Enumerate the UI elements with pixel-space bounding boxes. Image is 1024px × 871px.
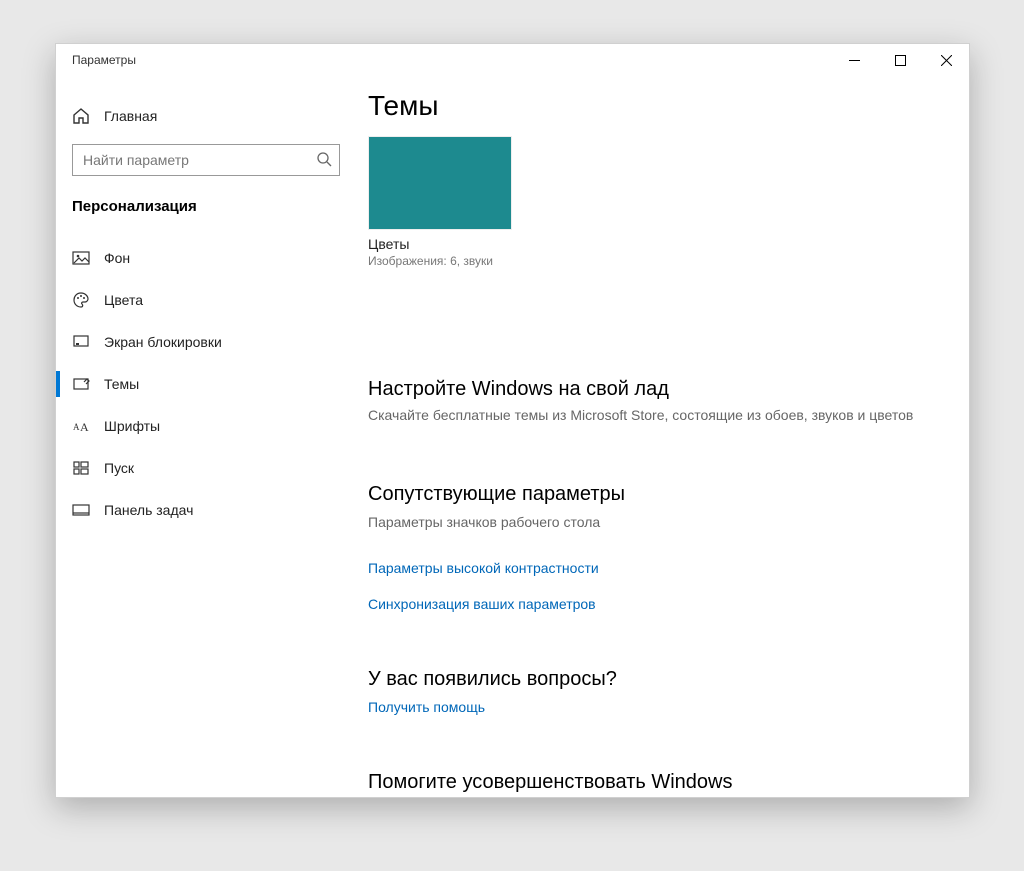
svg-text:A: A [73, 422, 80, 432]
titlebar: Параметры [56, 44, 969, 76]
svg-text:A: A [80, 420, 89, 434]
close-button[interactable] [923, 44, 969, 76]
theme-card[interactable]: Цветы Изображения: 6, звуки [368, 136, 941, 268]
lockscreen-icon [72, 333, 90, 351]
home-label: Главная [104, 108, 157, 124]
search-icon [316, 151, 332, 167]
nav-label: Цвета [104, 292, 143, 308]
home-icon [72, 107, 90, 125]
home-button[interactable]: Главная [56, 96, 356, 136]
theme-subtitle: Изображения: 6, звуки [368, 254, 941, 268]
customize-title: Настройте Windows на свой лад [368, 378, 941, 401]
minimize-button[interactable] [831, 44, 877, 76]
high-contrast-link[interactable]: Параметры высокой контрастности [368, 560, 941, 576]
fonts-icon: AA [72, 417, 90, 435]
nav-label: Темы [104, 376, 139, 392]
nav-item-fonts[interactable]: AA Шрифты [56, 405, 356, 447]
theme-name: Цветы [368, 236, 941, 252]
nav-item-start[interactable]: Пуск [56, 447, 356, 489]
nav-label: Фон [104, 250, 130, 266]
sidebar: Главная Персонализация [56, 76, 356, 797]
search-input[interactable] [72, 144, 340, 176]
maximize-button[interactable] [877, 44, 923, 76]
start-icon [72, 459, 90, 477]
nav-item-lockscreen[interactable]: Экран блокировки [56, 321, 356, 363]
customize-desc: Скачайте бесплатные темы из Microsoft St… [368, 407, 941, 423]
search-box [72, 144, 340, 176]
nav-label: Пуск [104, 460, 134, 476]
theme-thumbnail [368, 136, 512, 230]
nav-label: Экран блокировки [104, 334, 222, 350]
nav-item-background[interactable]: Фон [56, 237, 356, 279]
get-help-link[interactable]: Получить помощь [368, 699, 941, 715]
content-area: Темы Цветы Изображения: 6, звуки Настрой… [356, 76, 969, 797]
section-title: Персонализация [56, 182, 356, 223]
window-title: Параметры [56, 53, 831, 67]
nav-item-colors[interactable]: Цвета [56, 279, 356, 321]
nav-label: Шрифты [104, 418, 160, 434]
picture-icon [72, 249, 90, 267]
palette-icon [72, 291, 90, 309]
nav-label: Панель задач [104, 502, 193, 518]
minimize-icon [849, 55, 860, 66]
taskbar-icon [72, 501, 90, 519]
page-heading: Темы [368, 90, 941, 122]
nav-item-taskbar[interactable]: Панель задач [56, 489, 356, 531]
sync-settings-link[interactable]: Синхронизация ваших параметров [368, 596, 941, 612]
help-title: У вас появились вопросы? [368, 668, 941, 691]
settings-window: Параметры Главная [55, 43, 970, 798]
maximize-icon [895, 55, 906, 66]
themes-icon [72, 375, 90, 393]
desktop-icons-text: Параметры значков рабочего стола [368, 514, 941, 530]
window-controls [831, 44, 969, 76]
nav-list: Фон Цвета Экран блокировки [56, 237, 356, 531]
related-title: Сопутствующие параметры [368, 483, 941, 506]
close-icon [941, 55, 952, 66]
nav-item-themes[interactable]: Темы [56, 363, 356, 405]
feedback-title: Помогите усовершенствовать Windows [368, 771, 941, 794]
